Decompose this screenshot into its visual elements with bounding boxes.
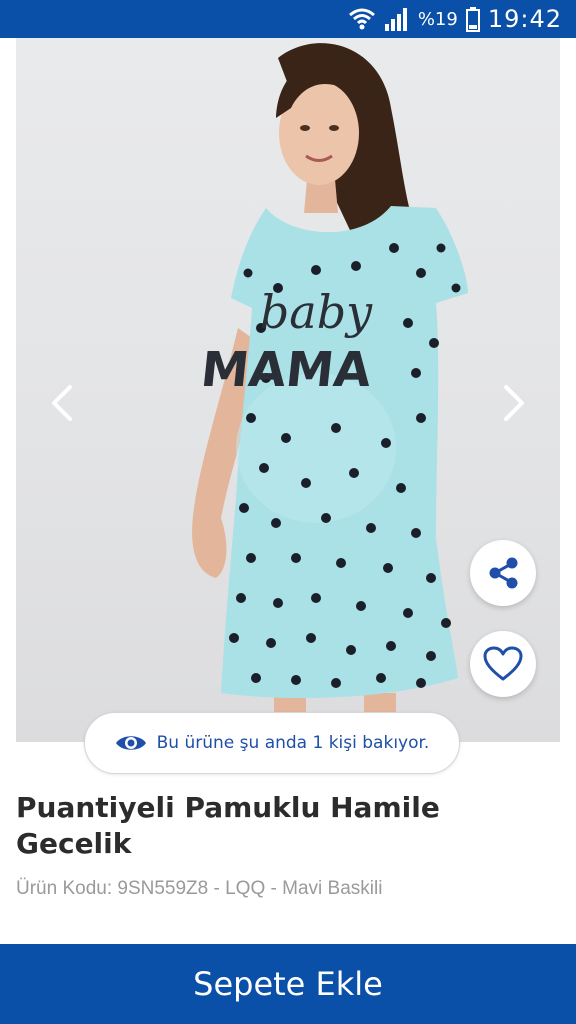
favorite-button[interactable]	[470, 631, 536, 697]
viewers-notice: Bu ürüne şu anda 1 kişi bakıyor.	[84, 712, 460, 774]
chevron-right-icon	[504, 385, 524, 421]
gallery-prev-button[interactable]	[42, 373, 82, 433]
product-code: Ürün Kodu: 9SN559Z8 - LQQ - Mavi Baskili	[16, 878, 383, 899]
wifi-icon	[348, 8, 375, 30]
product-photo: baby MAMA	[192, 43, 468, 742]
gallery-next-button[interactable]	[494, 373, 534, 433]
signal-icon	[384, 8, 407, 31]
viewers-text: Bu ürüne şu anda 1 kişi bakıyor.	[156, 733, 430, 753]
add-to-cart-button[interactable]: Sepete Ekle	[0, 944, 576, 1024]
eye-icon	[115, 736, 146, 750]
status-clock: 19:42	[487, 5, 562, 33]
dress-print-mama: MAMA	[198, 342, 374, 398]
product-title: Puantiyeli Pamuklu Hamile Gecelik	[16, 791, 440, 860]
product-image-gallery[interactable]: baby MAMA	[16, 38, 560, 742]
dress-print-baby: baby	[260, 285, 373, 339]
share-button[interactable]	[470, 540, 536, 606]
share-icon	[489, 557, 518, 589]
battery-percent: %19	[417, 8, 458, 30]
battery-icon	[465, 7, 480, 32]
chevron-left-icon	[52, 385, 72, 421]
status-bar: %19 19:42	[0, 0, 576, 38]
status-indicators: %19 19:42	[348, 0, 562, 38]
heart-icon	[483, 646, 523, 681]
